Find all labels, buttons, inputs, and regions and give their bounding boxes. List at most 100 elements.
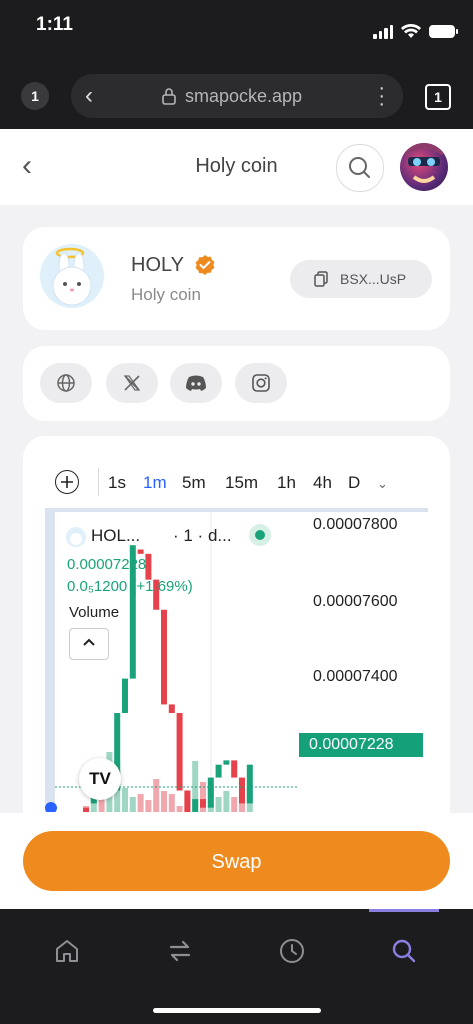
candle (83, 807, 89, 812)
swap-footer: Swap (0, 813, 473, 909)
y-tick-label: 0.00007400 (313, 668, 398, 685)
nav-swap[interactable] (160, 931, 200, 971)
swap-arrows-icon (169, 940, 191, 962)
more-options-icon[interactable]: · · · (378, 78, 385, 114)
candle (200, 799, 206, 808)
token-logo (40, 244, 104, 308)
globe-icon (57, 374, 75, 392)
status-bar: 1:11 (0, 0, 473, 56)
timeframe-1h[interactable]: 1h (277, 473, 296, 493)
legend-price: 0.00007228 (67, 556, 147, 573)
discord-link[interactable] (170, 363, 222, 403)
timeframe-4h[interactable]: 4h (313, 473, 332, 493)
toolbar-divider (98, 468, 99, 496)
candlestick-chart[interactable]: HOL... · 1 · d... 0.00007228 0.0₅1200 (+… (45, 508, 428, 812)
candle (184, 790, 191, 812)
volume-bar (168, 794, 175, 812)
copy-icon (314, 271, 328, 287)
volume-bar (129, 797, 136, 812)
timeframe-1m[interactable]: 1m (143, 473, 167, 493)
timeframe-5m[interactable]: 5m (182, 473, 206, 493)
candle (246, 764, 253, 804)
signal-icon (373, 24, 393, 39)
candle (176, 713, 183, 791)
history-icon (280, 939, 304, 963)
candle (192, 799, 199, 812)
search-button[interactable] (336, 144, 384, 192)
tab-count-badge[interactable]: 1 (21, 82, 49, 110)
search-icon (349, 157, 370, 178)
volume-bar (215, 797, 222, 812)
verified-badge-icon (195, 255, 215, 275)
url-text: smapocke.app (185, 86, 303, 106)
wifi-icon (401, 24, 421, 38)
bottom-nav (0, 909, 473, 1024)
nav-history[interactable] (272, 931, 312, 971)
candle (168, 704, 175, 714)
plus-icon (61, 476, 73, 488)
token-info-card: HOLY Holy coin BSX...UsP (23, 227, 450, 330)
home-indicator (153, 1008, 321, 1013)
volume-bar (231, 797, 238, 812)
volume-bar (161, 791, 167, 812)
browser-back-icon[interactable]: ‹ (85, 82, 93, 110)
status-time: 1:11 (36, 14, 73, 35)
volume-bar (122, 788, 128, 812)
copy-address-button[interactable]: BSX...UsP (290, 260, 432, 298)
nav-home[interactable] (47, 931, 87, 971)
market-status-dot (249, 524, 271, 546)
search-icon (392, 939, 416, 963)
token-mini-logo (66, 527, 86, 547)
candle (161, 609, 167, 705)
token-symbol: HOLY (131, 254, 184, 276)
volume-bar (137, 794, 144, 812)
avatar[interactable] (400, 143, 448, 191)
chart-start-marker (45, 802, 57, 812)
volume-bar (153, 779, 160, 812)
candle (231, 760, 238, 778)
social-links-card (23, 346, 450, 421)
tradingview-logo[interactable]: TV (79, 758, 121, 800)
website-link[interactable] (40, 363, 92, 403)
instagram-link[interactable] (235, 363, 287, 403)
candle (239, 777, 245, 804)
candle (122, 678, 128, 714)
last-price-tag: 0.00007228 (299, 733, 423, 757)
volume-bar (176, 806, 183, 812)
candle (207, 777, 214, 808)
browser-toolbar: 1 ‹ smapocke.app · · · 1 (0, 56, 473, 129)
home-icon (56, 940, 78, 962)
x-icon (123, 375, 141, 391)
tabs-button[interactable]: 1 (425, 84, 451, 110)
price-chart-card: 1s 1m 5m 15m 1h 4h D ⌄ HOL... · 1 · d...… (23, 436, 450, 856)
timeframe-1s[interactable]: 1s (108, 473, 126, 493)
volume-bar (223, 791, 230, 812)
x-link[interactable] (106, 363, 158, 403)
chevron-up-icon (83, 638, 95, 646)
add-indicator-button[interactable] (55, 470, 79, 494)
discord-icon (186, 375, 206, 391)
legend-change: 0.0₅1200 (+1.69%) (67, 578, 193, 595)
nav-search[interactable] (384, 931, 424, 971)
legend-interval: · 1 · d... (173, 526, 232, 545)
lock-icon (162, 88, 176, 105)
timeframe-dropdown-icon[interactable]: ⌄ (377, 476, 388, 492)
volume-label: Volume (69, 604, 120, 621)
y-tick-label: 0.00007800 (313, 516, 398, 533)
candle (215, 764, 222, 778)
timeframe-d[interactable]: D (348, 473, 360, 493)
timeframe-15m[interactable]: 15m (225, 473, 258, 493)
token-name: Holy coin (131, 285, 201, 304)
y-tick-label: 0.00007600 (313, 593, 398, 610)
volume-bar (145, 800, 152, 812)
battery-icon (429, 25, 458, 38)
page-header: ‹ Holy coin (0, 129, 473, 205)
volume-collapse-button[interactable] (69, 628, 109, 660)
candle (223, 760, 230, 765)
url-bar[interactable]: ‹ smapocke.app · · · (71, 74, 403, 118)
legend-symbol: HOL... (91, 526, 141, 545)
candle (145, 553, 152, 580)
active-tab-indicator (369, 909, 439, 912)
swap-button[interactable]: Swap (23, 831, 450, 891)
candle (137, 549, 144, 554)
